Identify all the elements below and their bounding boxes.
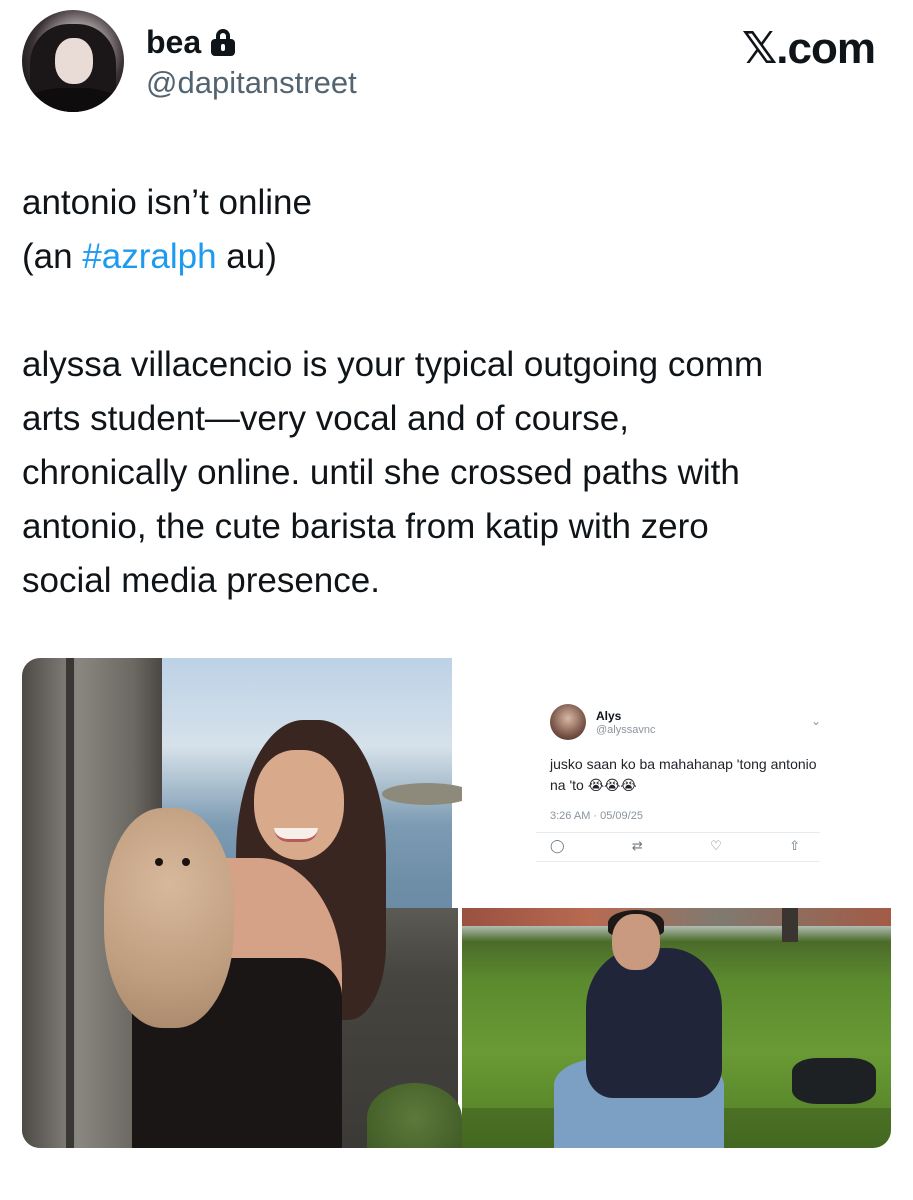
author-handle[interactable]: @dapitanstreet bbox=[146, 64, 357, 102]
author-name-row: bea bbox=[146, 22, 236, 62]
like-icon: ♡ bbox=[710, 838, 722, 853]
man-on-grass-photo[interactable] bbox=[462, 908, 891, 1148]
x-brand-logo: 𝕏.com bbox=[741, 24, 876, 73]
embedded-name: Alys bbox=[596, 709, 622, 723]
chevron-down-icon: ⌄ bbox=[810, 714, 821, 728]
tweet-title-line: antonio isn’t online bbox=[22, 183, 312, 222]
tweet-text: antonio isn’t online (an #azralph au) al… bbox=[22, 176, 892, 608]
embedded-handle: @alyssavnc bbox=[596, 724, 656, 736]
embedded-body: jusko saan ko ba mahahanap 'tong antonio… bbox=[550, 756, 817, 793]
author-avatar[interactable] bbox=[22, 10, 124, 112]
tweet-paragraph: alyssa villacencio is your typical outgo… bbox=[22, 345, 764, 600]
retweet-icon: ⇄ bbox=[631, 838, 643, 853]
reply-icon: ◯ bbox=[550, 838, 565, 853]
media-grid: Alys @alyssavnc ⌄ jusko saan ko ba mahah… bbox=[22, 658, 891, 1148]
divider bbox=[536, 832, 820, 833]
hashtag-link[interactable]: #azralph bbox=[82, 237, 216, 276]
lock-icon bbox=[211, 28, 236, 56]
author-display-name[interactable]: bea bbox=[146, 22, 201, 62]
embedded-timestamp: 3:26 AM · 05/09/25 bbox=[550, 810, 643, 822]
woman-with-dog-photo[interactable] bbox=[22, 658, 472, 1148]
share-icon: ⇧ bbox=[789, 838, 800, 853]
tweet-subtitle-line: (an #azralph au) bbox=[22, 237, 277, 276]
embedded-actions: ◯ ⇄ ♡ ⇧ bbox=[550, 838, 800, 858]
embedded-avatar bbox=[550, 704, 586, 740]
divider bbox=[536, 861, 820, 862]
embedded-tweet-screenshot[interactable]: Alys @alyssavnc ⌄ jusko saan ko ba mahah… bbox=[462, 658, 891, 900]
